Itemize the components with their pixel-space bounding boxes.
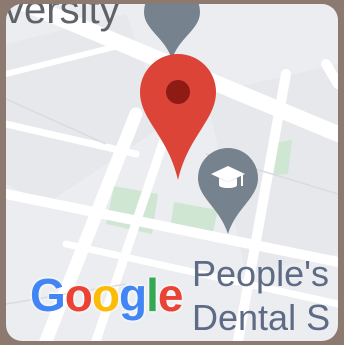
map-place-label: versity: [6, 4, 120, 32]
google-logo: Google: [30, 269, 183, 321]
poi-label-line-1[interactable]: People's: [192, 256, 329, 292]
map-view[interactable]: versity People's Dental S Google: [6, 4, 338, 341]
poi-label-line-2[interactable]: Dental S: [192, 300, 330, 336]
